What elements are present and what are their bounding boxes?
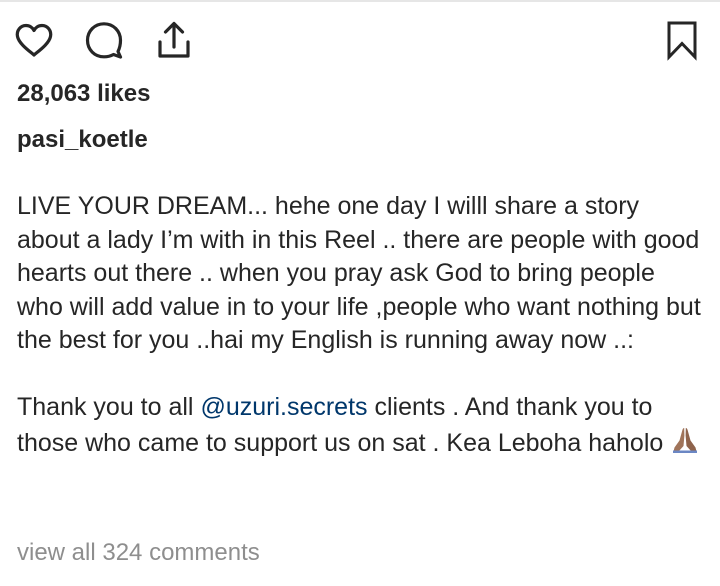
comment-bubble-icon [85, 22, 123, 59]
caption-paragraph-1: LIVE YOUR DREAM... hehe one day I willl … [17, 192, 701, 354]
post-author-username[interactable]: pasi_koetle [17, 126, 148, 154]
view-all-comments-link[interactable]: view all 324 comments [17, 539, 260, 567]
post-caption: LIVE YOUR DREAM... hehe one day I willl … [17, 190, 707, 460]
likes-count[interactable]: 28,063 likes [17, 80, 150, 108]
caption-text: Thank you to all [17, 393, 201, 421]
heart-icon [15, 23, 53, 57]
comment-button[interactable] [82, 18, 126, 62]
mention-link[interactable]: @uzuri.secrets [200, 393, 367, 421]
post-action-bar [0, 0, 720, 70]
save-button[interactable] [660, 18, 704, 62]
caption-paragraph-2: Thank you to all @uzuri.secrets clients … [17, 391, 707, 460]
praying-hands-emoji-icon [673, 427, 698, 453]
bookmark-icon [667, 21, 697, 61]
share-upload-icon [158, 21, 190, 58]
share-button[interactable] [152, 18, 196, 62]
like-button[interactable] [12, 18, 56, 62]
